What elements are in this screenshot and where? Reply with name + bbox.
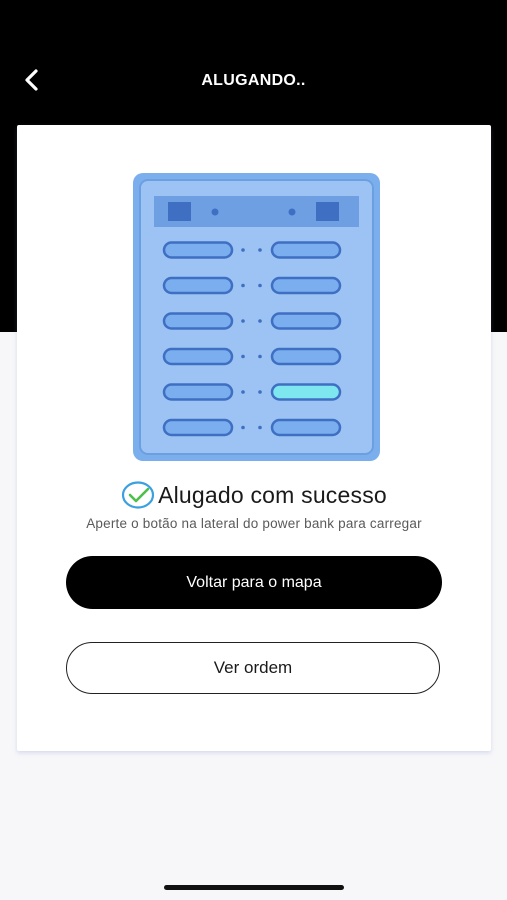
slot [162,312,234,330]
home-indicator [164,885,344,890]
charging-instruction: Aperte o botão na lateral do power bank … [86,516,422,531]
view-order-button[interactable]: Ver ordem [66,642,440,694]
slot-dot [241,283,245,288]
back-to-map-button[interactable]: Voltar para o mapa [66,556,442,609]
success-title: Alugado com sucesso [158,481,387,508]
slot [270,241,342,259]
slot [270,312,342,330]
slot [270,418,342,437]
slot-dot [258,319,262,323]
slot-dot [258,354,262,359]
slot-dot [241,425,245,430]
slot-dot [241,354,245,359]
slot [162,418,234,437]
slot-dot [241,390,245,394]
check-circle-icon [121,481,155,509]
rental-success-card: Alugado com sucesso Aperte o botão na la… [17,125,491,751]
slot-dot [241,248,245,252]
slot-dot [258,283,262,288]
slot-dot [258,425,262,430]
slot [162,347,234,366]
slot [270,347,342,366]
page-title: ALUGANDO.. [201,72,306,89]
slot-dot [258,390,262,394]
power-bank-station-illustration [133,173,380,461]
slot [162,241,234,259]
slot [162,383,234,401]
slot [270,276,342,295]
success-row: Alugado com sucesso [17,480,491,510]
slot-active [270,383,342,401]
slot-dot [241,319,245,323]
slot [162,276,234,295]
slot-dot [258,248,262,252]
